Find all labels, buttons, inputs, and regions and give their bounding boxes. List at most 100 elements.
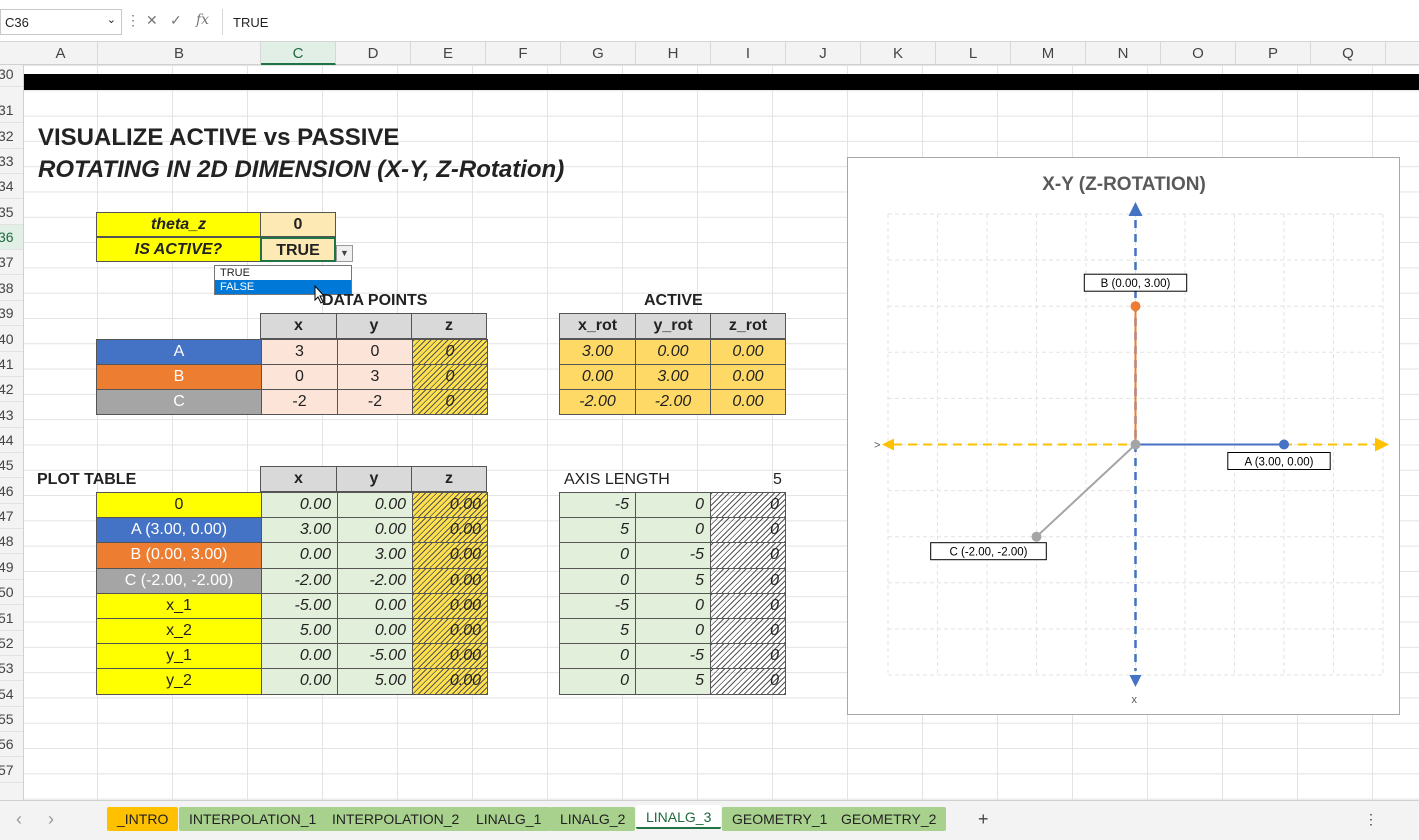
dp-cell-r1-c2[interactable]: 3 [337, 364, 413, 390]
ac-cell-r2-c2[interactable]: 0.00 [710, 389, 786, 415]
al-cell-r3-c1[interactable]: 5 [635, 567, 711, 594]
row-header-44[interactable]: 44 [0, 428, 23, 453]
ac-cell-r0-c0[interactable]: 3.00 [559, 339, 636, 365]
prev-sheet-icon[interactable]: ‹ [16, 809, 22, 830]
ac-header-r0-c2[interactable]: z_rot [710, 313, 786, 339]
al-cell-r2-c1[interactable]: -5 [635, 542, 711, 569]
dp-header-r0-c2[interactable]: z [411, 313, 487, 339]
pt-cell-r2-c0[interactable]: B (0.00, 3.00) [96, 542, 262, 569]
theta-value[interactable]: 0 [260, 212, 336, 237]
ac-cell-r1-c1[interactable]: 3.00 [635, 364, 711, 390]
pt-cell-r1-c1[interactable]: 3.00 [261, 517, 338, 544]
row-header-31[interactable]: 31 [0, 98, 23, 123]
al-cell-r3-c0[interactable]: 0 [559, 567, 636, 594]
column-header-q[interactable]: Q [1311, 42, 1386, 65]
column-header-c[interactable]: C [261, 42, 336, 65]
ac-cell-r2-c0[interactable]: -2.00 [559, 389, 636, 415]
column-header-m[interactable]: M [1011, 42, 1086, 65]
dp-cell-r1-c1[interactable]: 0 [261, 364, 338, 390]
al-cell-r5-c0[interactable]: 5 [559, 618, 636, 645]
pt-cell-r3-c3[interactable]: 0.00 [412, 567, 488, 594]
al-cell-r5-c1[interactable]: 0 [635, 618, 711, 645]
dp-cell-r1-c3[interactable]: 0 [412, 364, 488, 390]
pt-cell-r4-c3[interactable]: 0.00 [412, 592, 488, 619]
al-cell-r5-c2[interactable]: 0 [710, 618, 786, 645]
pt-cell-r6-c3[interactable]: 0.00 [412, 643, 488, 670]
pt-cell-r7-c1[interactable]: 0.00 [261, 668, 338, 695]
row-header-50[interactable]: 50 [0, 580, 23, 605]
cancel-icon[interactable]: ✕ [146, 12, 158, 29]
row-header-53[interactable]: 53 [0, 656, 23, 681]
al-cell-r2-c2[interactable]: 0 [710, 542, 786, 569]
row-header-52[interactable]: 52 [0, 631, 23, 656]
pt-header-r0-c1[interactable]: y [336, 466, 412, 492]
pt-cell-r4-c1[interactable]: -5.00 [261, 592, 338, 619]
column-header-p[interactable]: P [1236, 42, 1311, 65]
dropdown-option-true[interactable]: TRUE [215, 266, 351, 280]
column-header-i[interactable]: I [711, 42, 786, 65]
pt-cell-r0-c0[interactable]: 0 [96, 492, 262, 519]
add-sheet-button[interactable]: + [978, 809, 989, 830]
column-header-n[interactable]: N [1086, 42, 1161, 65]
al-cell-r6-c0[interactable]: 0 [559, 643, 636, 670]
dropdown-arrow-icon[interactable]: ▼ [336, 245, 353, 262]
row-header-41[interactable]: 41 [0, 352, 23, 377]
pt-cell-r7-c2[interactable]: 5.00 [337, 668, 413, 695]
column-header-h[interactable]: H [636, 42, 711, 65]
pt-cell-r7-c0[interactable]: y_2 [96, 668, 262, 695]
row-header-43[interactable]: 43 [0, 403, 23, 428]
al-cell-r4-c2[interactable]: 0 [710, 592, 786, 619]
pt-header-r0-c0[interactable]: x [260, 466, 337, 492]
pt-cell-r5-c1[interactable]: 5.00 [261, 618, 338, 645]
ac-header-r0-c1[interactable]: y_rot [635, 313, 711, 339]
al-cell-r6-c1[interactable]: -5 [635, 643, 711, 670]
row-header-57[interactable]: 57 [0, 758, 23, 783]
row-header-48[interactable]: 48 [0, 529, 23, 554]
pt-cell-r4-c2[interactable]: 0.00 [337, 592, 413, 619]
row-header-33[interactable]: 33 [0, 149, 23, 174]
row-header-35[interactable]: 35 [0, 200, 23, 225]
name-box[interactable]: C36 ⌄ [0, 9, 122, 35]
column-header-a[interactable]: A [24, 42, 98, 65]
dp-cell-r2-c2[interactable]: -2 [337, 389, 413, 415]
pt-cell-r1-c2[interactable]: 0.00 [337, 517, 413, 544]
dp-cell-r0-c2[interactable]: 0 [337, 339, 413, 365]
al-cell-r2-c0[interactable]: 0 [559, 542, 636, 569]
ac-cell-r0-c1[interactable]: 0.00 [635, 339, 711, 365]
ac-cell-r0-c2[interactable]: 0.00 [710, 339, 786, 365]
al-cell-r7-c1[interactable]: 5 [635, 668, 711, 695]
pt-cell-r3-c0[interactable]: C (-2.00, -2.00) [96, 567, 262, 594]
chevron-down-icon[interactable]: ⌄ [107, 13, 116, 26]
tab-geometry-1[interactable]: GEOMETRY_1 [722, 807, 838, 831]
row-header-56[interactable]: 56 [0, 732, 23, 757]
dp-cell-r0-c0[interactable]: A [96, 339, 262, 365]
pt-cell-r2-c2[interactable]: 3.00 [337, 542, 413, 569]
dp-cell-r0-c1[interactable]: 3 [261, 339, 338, 365]
row-header-37[interactable]: 37 [0, 250, 23, 275]
al-cell-r0-c1[interactable]: 0 [635, 492, 711, 519]
dp-cell-r2-c1[interactable]: -2 [261, 389, 338, 415]
pt-cell-r3-c1[interactable]: -2.00 [261, 567, 338, 594]
al-cell-r4-c0[interactable]: -5 [559, 592, 636, 619]
active-value[interactable]: TRUE [260, 237, 336, 262]
row-header-54[interactable]: 54 [0, 682, 23, 707]
ac-cell-r2-c1[interactable]: -2.00 [635, 389, 711, 415]
dp-cell-r2-c0[interactable]: C [96, 389, 262, 415]
pt-cell-r6-c1[interactable]: 0.00 [261, 643, 338, 670]
tab-interpolation-1[interactable]: INTERPOLATION_1 [179, 807, 327, 831]
tab-interpolation-2[interactable]: INTERPOLATION_2 [322, 807, 470, 831]
row-header-38[interactable]: 38 [0, 276, 23, 301]
row-header-51[interactable]: 51 [0, 606, 23, 631]
tab-linalg-1[interactable]: LINALG_1 [466, 807, 552, 831]
row-header-32[interactable]: 32 [0, 124, 23, 149]
dp-header-r0-c1[interactable]: y [336, 313, 412, 339]
pt-cell-r2-c1[interactable]: 0.00 [261, 542, 338, 569]
al-cell-r0-c2[interactable]: 0 [710, 492, 786, 519]
pt-cell-r3-c2[interactable]: -2.00 [337, 567, 413, 594]
al-cell-r1-c2[interactable]: 0 [710, 517, 786, 544]
enter-icon[interactable]: ✓ [170, 12, 182, 29]
ac-cell-r1-c2[interactable]: 0.00 [710, 364, 786, 390]
tab--intro[interactable]: _INTRO [107, 807, 179, 831]
row-header-42[interactable]: 42 [0, 377, 23, 402]
chart[interactable]: X-Y (Z-ROTATION) > x A (3.00, 0.00) B (0.00,… [847, 157, 1400, 715]
